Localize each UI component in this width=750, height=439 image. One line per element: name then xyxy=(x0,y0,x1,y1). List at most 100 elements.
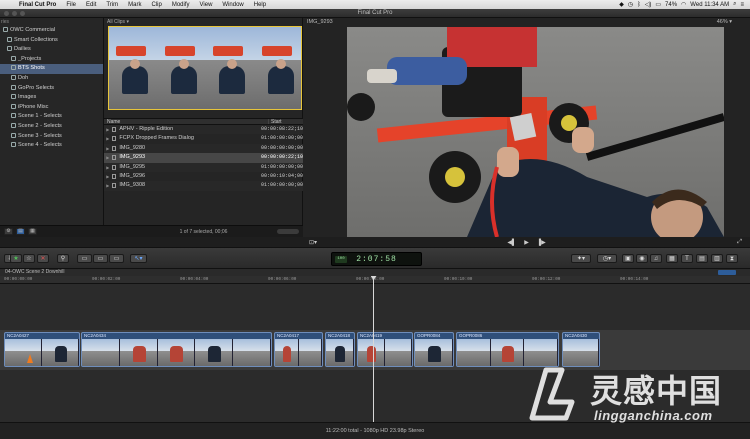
notification-center-icon[interactable]: ≡ xyxy=(740,2,744,8)
library-item[interactable]: GoPro Selects xyxy=(0,84,103,94)
menu-clip[interactable]: Clip xyxy=(146,2,166,8)
menu-file[interactable]: File xyxy=(61,2,81,8)
enhance-icon[interactable]: ✦▾ xyxy=(571,254,591,263)
browser-zoom-slider[interactable] xyxy=(277,229,299,234)
dashboard-timecode[interactable]: 100 2:07:58 xyxy=(331,252,422,266)
disclosure-triangle-icon[interactable]: ▶ xyxy=(104,144,112,153)
menubar: Final Cut Pro File Edit Trim Mark Clip M… xyxy=(0,0,750,9)
library-item[interactable]: iPhone Misc xyxy=(0,103,103,113)
clip-row[interactable]: ▶ FCPX Dropped Frames Dialog 01:00:00:00;0… xyxy=(104,134,303,143)
time-machine-icon[interactable]: ◷ xyxy=(628,1,633,8)
watermark: 灵感中国 lingganchina.com xyxy=(528,360,750,432)
disclosure-triangle-icon[interactable]: ▶ xyxy=(104,153,112,162)
library-item[interactable]: _Projects xyxy=(0,55,103,65)
clip-filmstrip[interactable] xyxy=(108,26,302,110)
media-browser-icon[interactable]: ▣ xyxy=(622,254,634,263)
viewer-options-icon[interactable]: ⊡▾ xyxy=(309,239,317,246)
menu-mark[interactable]: Mark xyxy=(123,2,146,8)
window-controls xyxy=(4,10,25,16)
reject-icon[interactable]: ✕ xyxy=(37,254,49,263)
disclosure-triangle-icon[interactable]: ▶ xyxy=(104,134,112,143)
clip-row[interactable]: ▶ IMG_9296 00:00:10:04;00 xyxy=(104,172,303,181)
insert-clip-icon[interactable]: ▭ xyxy=(93,254,108,263)
titles-icon[interactable]: T xyxy=(681,254,693,263)
clip-thumbnail xyxy=(385,339,412,366)
library-item[interactable]: OWC Commercial xyxy=(0,26,103,36)
wifi-icon[interactable]: ◠ xyxy=(681,1,686,8)
library-item[interactable]: Scene 2 - Selects xyxy=(0,122,103,132)
menu-view[interactable]: View xyxy=(195,2,218,8)
ruler-tick-label: 00:00:06:00 xyxy=(268,277,297,282)
library-item[interactable]: Scene 1 - Selects xyxy=(0,112,103,122)
volume-icon[interactable]: ◁) xyxy=(645,1,652,8)
zoom-window-icon[interactable] xyxy=(20,10,25,16)
connect-clip-icon[interactable]: ▭ xyxy=(77,254,92,263)
select-tool-icon[interactable]: ↖▾ xyxy=(130,254,147,263)
column-name[interactable]: Name xyxy=(104,119,268,125)
clip-row[interactable]: ▶ IMG_9280 00:00:00:00;00 xyxy=(104,143,303,154)
close-window-icon[interactable] xyxy=(4,10,9,16)
music-icon[interactable]: ♫ xyxy=(650,254,662,263)
disclosure-triangle-icon[interactable]: ▶ xyxy=(104,172,112,181)
transitions-icon[interactable]: ⧗ xyxy=(726,254,738,263)
timeline-history-icon[interactable] xyxy=(718,270,736,275)
battery-icon[interactable]: ▭ xyxy=(655,1,661,8)
clip-icon xyxy=(111,136,117,142)
effects-icon[interactable]: ▦ xyxy=(666,254,678,263)
playhead[interactable] xyxy=(370,276,377,423)
show-libraries-icon[interactable]: ▤ xyxy=(16,228,25,235)
menu-modify[interactable]: Modify xyxy=(167,2,195,8)
timeline-clip[interactable]: NC2A0418 xyxy=(325,332,355,367)
unrate-icon[interactable]: ☆ xyxy=(23,254,35,263)
library-item[interactable]: Smart Collections xyxy=(0,36,103,46)
menu-window[interactable]: Window xyxy=(217,2,248,8)
photos-icon[interactable]: ◉ xyxy=(636,254,648,263)
generators-icon[interactable]: ▤ xyxy=(696,254,708,263)
clips-filter[interactable]: All Clips ▾ xyxy=(104,18,302,26)
clip-row[interactable]: ▶ IMG_9308 01:00:00:00;00 xyxy=(104,181,303,191)
menu-trim[interactable]: Trim xyxy=(101,2,123,8)
clock[interactable]: Wed 11:34 AM xyxy=(690,2,729,8)
timeline-clip[interactable]: NC2A0419 xyxy=(357,332,413,367)
timeline-project-name: 04-OWC Scene 2 Downhill xyxy=(5,269,65,275)
ruler-tick-label: 00:00:00:00 xyxy=(4,277,33,282)
show-photos-icon[interactable]: ▦ xyxy=(28,228,37,235)
clip-row[interactable]: ▶ APHV - Ripple Edition 00:00:08:22;10 xyxy=(104,125,303,135)
bluetooth-icon[interactable]: ᛒ xyxy=(637,2,641,8)
menu-app[interactable]: Final Cut Pro xyxy=(14,2,61,8)
play-icon[interactable]: ▶ xyxy=(524,239,529,246)
dropbox-icon[interactable]: ◆ xyxy=(619,1,624,8)
library-item[interactable]: Dailies xyxy=(0,45,103,55)
menu-edit[interactable]: Edit xyxy=(81,2,101,8)
themes-icon[interactable]: ▥ xyxy=(711,254,723,263)
previous-frame-icon[interactable]: ◀▌ xyxy=(507,239,516,246)
disclosure-triangle-icon[interactable]: ▶ xyxy=(104,125,112,134)
disclosure-triangle-icon[interactable]: ▶ xyxy=(104,163,112,172)
clip-thumbnails xyxy=(358,339,412,366)
timeline-clip[interactable]: NC2A0417 xyxy=(274,332,323,367)
fullscreen-icon[interactable]: ⤢ xyxy=(737,239,742,246)
viewer-zoom[interactable]: 46% ▾ xyxy=(717,18,750,27)
timeline-clip[interactable]: GOPR0084 xyxy=(414,332,454,367)
disclosure-triangle-icon[interactable]: ▶ xyxy=(104,181,112,190)
favorite-icon[interactable]: ★ xyxy=(10,254,22,263)
retime-icon[interactable]: ◷▾ xyxy=(597,254,617,263)
menu-help[interactable]: Help xyxy=(249,2,271,8)
append-clip-icon[interactable]: ▭ xyxy=(109,254,124,263)
timeline-clip[interactable]: NC2A0427 xyxy=(4,332,80,367)
clip-row[interactable]: ▶ IMG_9293 00:00:00:22;10 xyxy=(104,153,303,163)
library-item[interactable]: Scene 3 - Selects xyxy=(0,132,103,142)
library-item-label: Scene 4 - Selects xyxy=(18,142,62,149)
timeline-clip[interactable]: NC2A0434 xyxy=(81,332,272,367)
column-start[interactable]: Start xyxy=(268,119,282,125)
library-item[interactable]: Scene 4 - Selects xyxy=(0,141,103,151)
keyword-icon[interactable]: ⚲ xyxy=(57,254,69,263)
next-frame-icon[interactable]: ▐▶ xyxy=(537,239,546,246)
spotlight-icon[interactable]: ⌕ xyxy=(733,1,736,8)
library-item[interactable]: Images xyxy=(0,93,103,103)
action-gear-icon[interactable]: ⚙ xyxy=(4,228,13,235)
library-item[interactable]: BTS Shots xyxy=(0,64,103,74)
clip-row[interactable]: ▶ IMG_9295 01:00:00:00;00 xyxy=(104,162,303,172)
minimize-window-icon[interactable] xyxy=(12,10,17,16)
library-item[interactable]: Doh xyxy=(0,74,103,84)
